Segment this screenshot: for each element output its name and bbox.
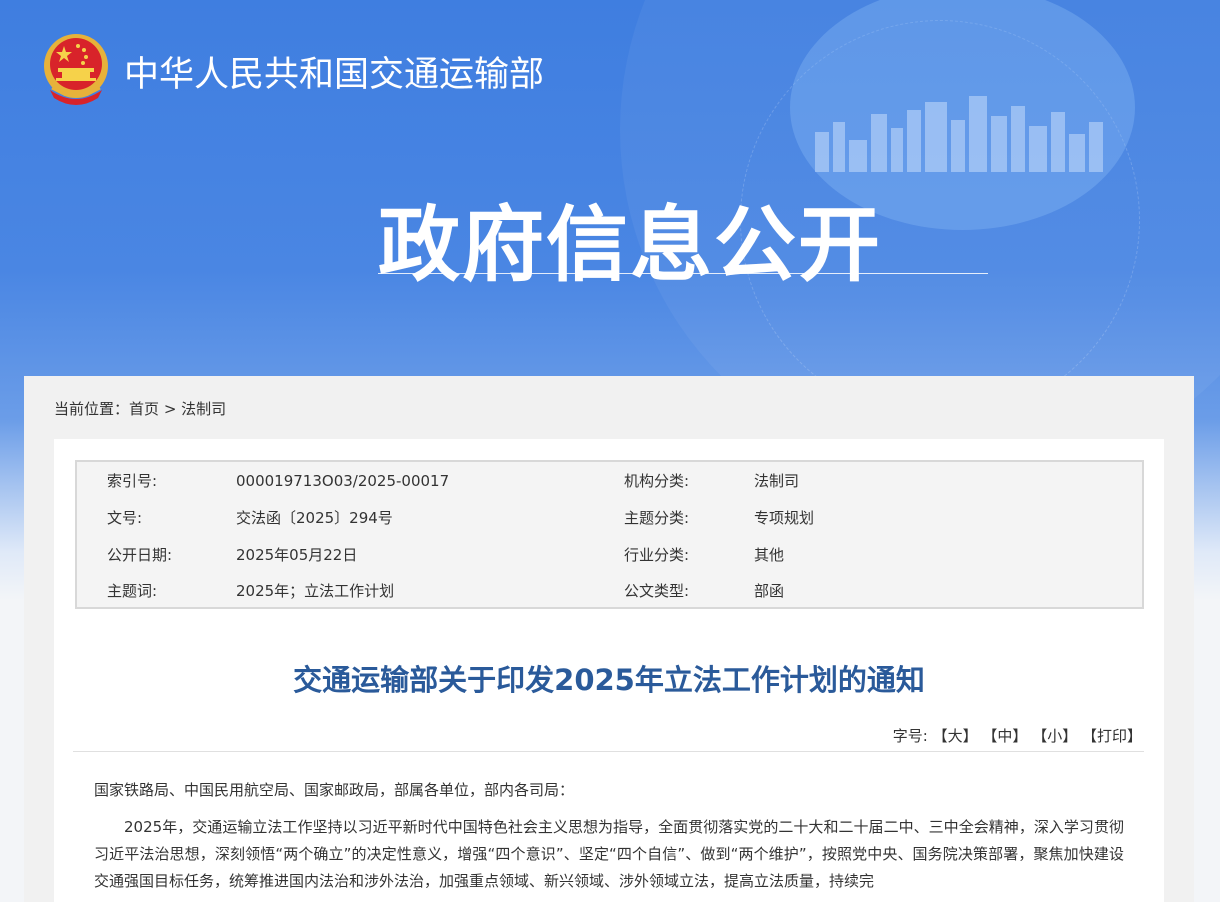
font-large-button[interactable]: 【大】: [933, 727, 978, 745]
meta-key: 索引号:: [107, 472, 158, 490]
print-button[interactable]: 【打印】: [1082, 727, 1142, 745]
font-size-controls: 字号: 【大】 【中】 【小】 【打印】: [893, 725, 1142, 746]
meta-key: 公文类型:: [624, 582, 690, 600]
breadcrumb-current-link[interactable]: 法制司: [181, 400, 226, 418]
document-title: 交通运输部关于印发2025年立法工作计划的通知: [293, 663, 925, 697]
city-skyline-illustration: [815, 96, 1103, 172]
ministry-name[interactable]: 中华人民共和国交通运输部: [124, 46, 544, 97]
meta-key: 行业分类:: [624, 546, 690, 564]
divider: [73, 751, 1144, 752]
meta-value: 2025年05月22日: [236, 546, 358, 564]
breadcrumb-label: 当前位置：: [54, 400, 130, 418]
section-title: 政府信息公开: [378, 198, 883, 293]
meta-value: 2025年；立法工作计划: [236, 582, 395, 600]
meta-value: 部函: [754, 582, 785, 600]
meta-value: 专项规划: [754, 509, 815, 527]
document-metadata-table: 索引号: 000019713O03/2025-00017 机构分类: 法制司 文…: [75, 460, 1144, 609]
meta-key: 公开日期:: [107, 546, 173, 564]
font-medium-button[interactable]: 【中】: [982, 727, 1027, 745]
metadata-row: 主题词: 2025年；立法工作计划 公文类型: 部函: [77, 573, 1142, 609]
meta-value: 000019713O03/2025-00017: [236, 472, 450, 490]
meta-value: 法制司: [754, 472, 800, 490]
meta-key: 主题分类:: [624, 509, 690, 527]
title-underline: [378, 273, 988, 274]
breadcrumb-home-link[interactable]: 首页: [129, 400, 159, 418]
meta-value: 交法函〔2025〕294号: [236, 509, 393, 527]
meta-key: 主题词:: [107, 582, 158, 600]
breadcrumb: 当前位置：首页 > 法制司: [54, 398, 226, 419]
salutation: 国家铁路局、中国民用航空局、国家邮政局，部属各单位，部内各司局：: [94, 781, 575, 799]
metadata-row: 公开日期: 2025年05月22日 行业分类: 其他: [77, 537, 1142, 573]
font-size-label: 字号:: [892, 727, 928, 745]
breadcrumb-separator: >: [163, 400, 177, 418]
font-small-button[interactable]: 【小】: [1032, 727, 1077, 745]
meta-key: 文号:: [107, 509, 143, 527]
metadata-row: 索引号: 000019713O03/2025-00017 机构分类: 法制司: [77, 463, 1142, 499]
document-body: 国家铁路局、中国民用航空局、国家邮政局，部属各单位，部内各司局： 2025年，交…: [94, 777, 1124, 895]
document-panel: 索引号: 000019713O03/2025-00017 机构分类: 法制司 文…: [54, 439, 1164, 902]
metadata-row: 文号: 交法函〔2025〕294号 主题分类: 专项规划: [77, 500, 1142, 536]
meta-value: 其他: [754, 546, 785, 564]
content-card: 当前位置：首页 > 法制司 索引号: 000019713O03/2025-000…: [24, 376, 1194, 902]
body-paragraph: 2025年，交通运输立法工作坚持以习近平新时代中国特色社会主义思想为指导，全面贯…: [94, 818, 1124, 890]
meta-key: 机构分类:: [624, 472, 690, 490]
national-emblem-icon: [44, 34, 108, 105]
